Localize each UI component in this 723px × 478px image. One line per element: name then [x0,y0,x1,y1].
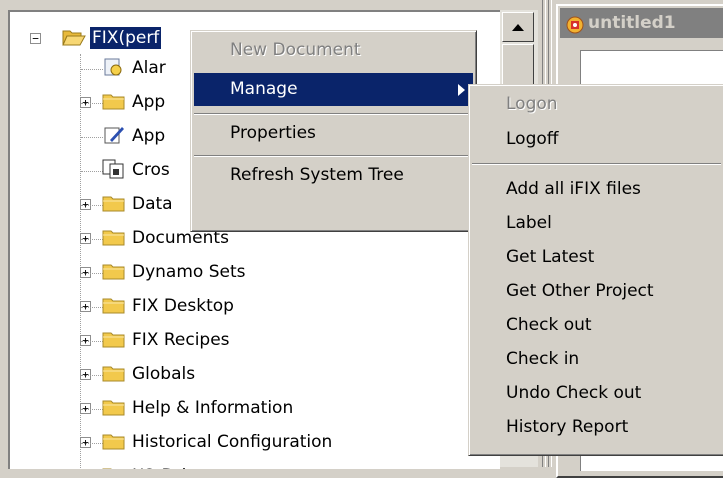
tree-item-label[interactable]: Globals [130,363,197,385]
menu-item-new-document[interactable]: New Document [194,34,473,67]
tree-item-label[interactable]: Historical Configuration [130,431,334,453]
tree-item-label[interactable]: I/O Drivers [130,465,225,469]
folder-icon [102,227,125,247]
tree-item[interactable]: +I/O Drivers [10,462,490,469]
folder-icon [102,193,125,213]
menu-item-properties[interactable]: Properties [194,117,473,150]
folder-icon [102,397,125,417]
menu-item-manage[interactable]: Manage [194,73,473,106]
tree-item-label[interactable]: FIX Desktop [130,295,236,317]
folder-icon [102,261,125,281]
collapse-icon[interactable]: − [30,33,41,44]
submenu-item-logoff[interactable]: Logoff [472,123,721,155]
arrow-up-icon [512,24,524,31]
folder-icon [102,329,125,349]
document-title-bar[interactable]: untitled1 [560,8,723,38]
tree-item[interactable]: + FIX Desktop [10,292,490,322]
ifix-document-icon [566,14,584,38]
folder-icon [102,363,125,383]
cross-reference-icon [102,159,124,179]
submenu-item-get-latest[interactable]: Get Latest [472,241,721,273]
submenu-item-history-report[interactable]: History Report [472,411,721,443]
submenu-item-add-all-ifix-files[interactable]: Add all iFIX files [472,173,721,205]
manage-submenu[interactable]: Logon Logoff Add all iFIX files Label Get … [468,84,723,456]
submenu-item-check-in[interactable]: Check in [472,343,721,375]
tree-item[interactable]: + Dynamo Sets [10,258,490,288]
alarm-icon [102,57,124,77]
menu-separator [472,163,721,165]
tree-item-label[interactable]: Help & Information [130,397,295,419]
submenu-item-check-out[interactable]: Check out [472,309,721,341]
tree-item[interactable]: + FIX Recipes [10,326,490,356]
tree-item-label[interactable]: Alar [130,57,168,79]
tree-item[interactable]: + Historical Configuration [10,428,490,458]
folder-icon [102,431,125,451]
submenu-arrow-icon [458,84,465,96]
folder-icon [102,295,125,315]
tree-item-label[interactable]: Cros [130,159,172,181]
menu-item-refresh-system-tree[interactable]: Refresh System Tree [194,159,473,192]
submenu-item-undo-check-out[interactable]: Undo Check out [472,377,721,409]
scroll-up-button[interactable] [502,12,534,42]
tree-item[interactable]: + Help & Information [10,394,490,424]
tree-item-label[interactable]: FIX Recipes [130,329,232,351]
menu-separator [194,113,473,115]
context-menu[interactable]: New Document Manage Properties Refresh S… [190,30,477,232]
submenu-item-get-other-project[interactable]: Get Other Project [472,275,721,307]
tree-item-label[interactable]: Data [130,193,175,215]
submenu-item-logon[interactable]: Logon [472,88,721,120]
document-title: untitled1 [588,13,676,33]
tree-item-label[interactable]: Dynamo Sets [130,261,247,283]
submenu-item-label[interactable]: Label [472,207,721,239]
tree-item[interactable]: + Globals [10,360,490,390]
tree-item-label[interactable]: App [130,91,167,113]
menu-separator [194,155,473,157]
tree-root-label[interactable]: FIX(perf [90,27,162,49]
folder-icon [102,91,125,111]
open-folder-icon [62,27,86,47]
edit-icon [102,125,124,145]
tree-item-label[interactable]: App [130,125,167,147]
folder-icon [102,465,124,469]
